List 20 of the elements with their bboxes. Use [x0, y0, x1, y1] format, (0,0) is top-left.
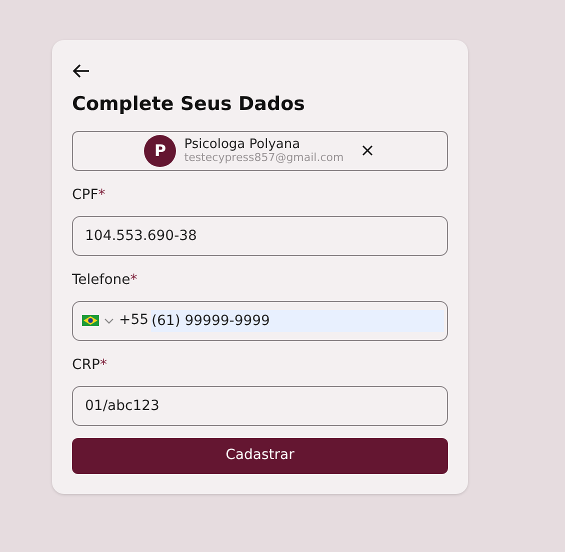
field-label: CRP — [72, 356, 100, 372]
phone-field[interactable]: +55 (61) 99999-9999 — [72, 300, 448, 340]
user-name: Psicologa Polyana — [184, 138, 302, 150]
text-field[interactable]: 01/abc123 — [72, 386, 448, 426]
dial-code: +55 — [119, 311, 149, 330]
page-title: Complete Seus Dados — [72, 92, 306, 117]
chevron-down-icon[interactable] — [104, 318, 114, 324]
user-email: testecypress857@gmail.com — [184, 150, 344, 164]
phone-input[interactable]: (61) 99999-9999 — [150, 310, 444, 332]
field-label: CPF — [72, 186, 98, 202]
back-arrow-icon — [72, 63, 90, 79]
required-mark: * — [98, 186, 106, 202]
text-field[interactable]: 104.553.690-38 — [72, 216, 448, 256]
required-mark: * — [130, 272, 138, 288]
submit-button[interactable]: Cadastrar — [72, 438, 448, 474]
avatar: P — [144, 134, 176, 166]
required-mark: * — [100, 356, 107, 372]
field-label: Telefone — [72, 272, 130, 288]
flag-icon — [82, 315, 99, 326]
close-icon — [362, 145, 374, 156]
